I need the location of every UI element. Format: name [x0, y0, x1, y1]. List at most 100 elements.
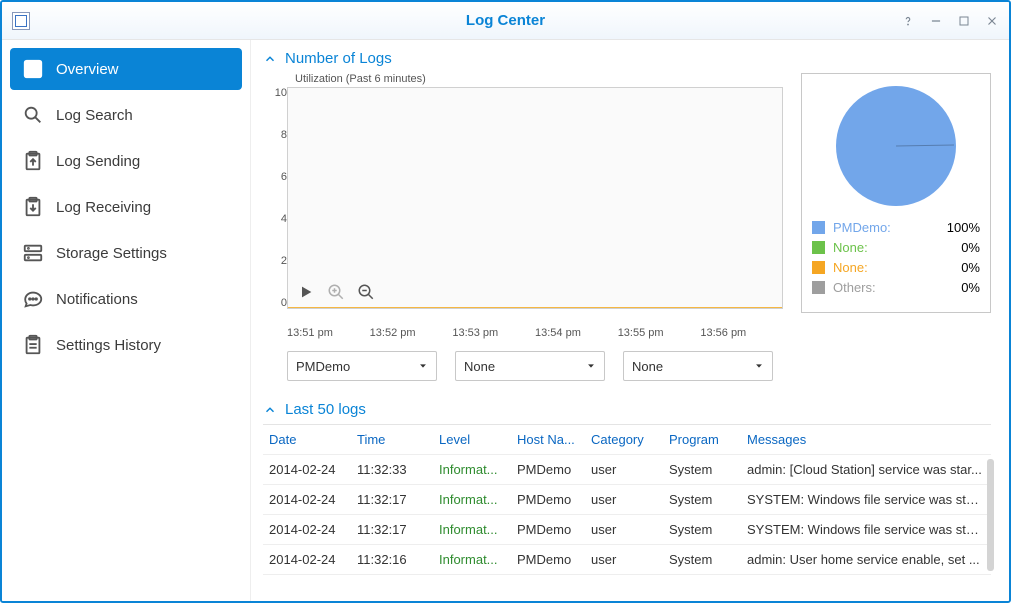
legend-swatch: [812, 241, 825, 254]
cell-host: PMDemo: [511, 462, 585, 477]
pie-legend-box: PMDemo:100%None:0%None:0%Others:0%: [801, 73, 991, 313]
sidebar-item-log-receiving[interactable]: Log Receiving: [10, 186, 242, 228]
section-title: Last 50 logs: [285, 401, 366, 418]
legend-swatch: [812, 221, 825, 234]
chart-plot-area: [287, 87, 783, 309]
chevron-up-icon: [263, 403, 277, 417]
col-program[interactable]: Program: [663, 432, 741, 447]
overview-icon: [22, 58, 44, 80]
cell-level: Informat...: [433, 492, 511, 507]
sidebar-item-storage-settings[interactable]: Storage Settings: [10, 232, 242, 274]
sidebar-item-overview[interactable]: Overview: [10, 48, 242, 90]
notifications-icon: [22, 288, 44, 310]
cell-message: admin: User home service enable, set ...: [741, 552, 991, 567]
cell-level: Informat...: [433, 552, 511, 567]
section-title: Number of Logs: [285, 50, 392, 67]
chevron-down-icon: [418, 361, 428, 371]
help-button[interactable]: [901, 14, 915, 28]
cell-host: PMDemo: [511, 552, 585, 567]
cell-program: System: [663, 552, 741, 567]
sidebar: Overview Log Search Log Sending Log Rece…: [2, 40, 250, 601]
sidebar-item-log-search[interactable]: Log Search: [10, 94, 242, 136]
cell-level: Informat...: [433, 462, 511, 477]
legend-label: None:: [833, 240, 953, 255]
sidebar-item-label: Notifications: [56, 291, 138, 308]
cell-message: admin: [Cloud Station] service was star.…: [741, 462, 991, 477]
col-messages[interactable]: Messages: [741, 432, 991, 447]
col-category[interactable]: Category: [585, 432, 663, 447]
cell-date: 2014-02-24: [263, 522, 351, 537]
cell-time: 11:32:17: [351, 522, 433, 537]
cell-time: 11:32:33: [351, 462, 433, 477]
cell-host: PMDemo: [511, 522, 585, 537]
y-axis-labels: 10 8 6 4 2 0: [263, 87, 287, 327]
col-host[interactable]: Host Na...: [511, 432, 585, 447]
cell-message: SYSTEM: Windows file service was start..…: [741, 492, 991, 507]
x-axis-labels: 13:51 pm 13:52 pm 13:53 pm 13:54 pm 13:5…: [287, 327, 783, 339]
col-date[interactable]: Date: [263, 432, 351, 447]
legend-label: PMDemo:: [833, 220, 939, 235]
cell-category: user: [585, 492, 663, 507]
cell-time: 11:32:17: [351, 492, 433, 507]
storage-icon: [22, 242, 44, 264]
section-number-of-logs-header[interactable]: Number of Logs: [263, 50, 991, 67]
cell-category: user: [585, 462, 663, 477]
maximize-button[interactable]: [957, 14, 971, 28]
cell-date: 2014-02-24: [263, 492, 351, 507]
zoom-out-button[interactable]: [356, 282, 376, 302]
sidebar-item-label: Log Sending: [56, 153, 140, 170]
play-button[interactable]: [296, 282, 316, 302]
legend-value: 0%: [961, 280, 980, 295]
close-button[interactable]: [985, 14, 999, 28]
chevron-up-icon: [263, 52, 277, 66]
sidebar-item-log-sending[interactable]: Log Sending: [10, 140, 242, 182]
legend-row: Others:0%: [812, 280, 980, 295]
cell-category: user: [585, 552, 663, 567]
utilization-chart: Utilization (Past 6 minutes) 10 8 6 4 2 …: [263, 73, 783, 381]
legend-swatch: [812, 281, 825, 294]
app-window: Log Center Overview: [0, 0, 1011, 603]
filter-select-1[interactable]: PMDemo: [287, 351, 437, 381]
sidebar-item-label: Overview: [56, 61, 119, 78]
table-row[interactable]: 2014-02-2411:32:17Informat...PMDemouserS…: [263, 515, 991, 545]
legend-row: PMDemo: 100%: [812, 220, 980, 235]
filter-select-3[interactable]: None: [623, 351, 773, 381]
sidebar-item-notifications[interactable]: Notifications: [10, 278, 242, 320]
cell-category: user: [585, 522, 663, 537]
legend-row: None: 0%: [812, 240, 980, 255]
col-time[interactable]: Time: [351, 432, 433, 447]
table-scrollbar[interactable]: [987, 459, 994, 571]
chevron-down-icon: [754, 361, 764, 371]
cell-program: System: [663, 522, 741, 537]
titlebar: Log Center: [2, 2, 1009, 40]
app-icon: [12, 12, 30, 30]
cell-time: 11:32:16: [351, 552, 433, 567]
cell-program: System: [663, 462, 741, 477]
sidebar-item-label: Log Receiving: [56, 199, 151, 216]
table-row[interactable]: 2014-02-2411:32:17Informat...PMDemouserS…: [263, 485, 991, 515]
zoom-in-button[interactable]: [326, 282, 346, 302]
cell-program: System: [663, 492, 741, 507]
sidebar-item-label: Settings History: [56, 337, 161, 354]
table-row[interactable]: 2014-02-2411:32:33Informat...PMDemouserS…: [263, 455, 991, 485]
clipboard-up-icon: [22, 150, 44, 172]
sidebar-item-label: Storage Settings: [56, 245, 167, 262]
filter-select-2[interactable]: None: [455, 351, 605, 381]
cell-message: SYSTEM: Windows file service was stop...: [741, 522, 991, 537]
minimize-button[interactable]: [929, 14, 943, 28]
col-level[interactable]: Level: [433, 432, 511, 447]
cell-host: PMDemo: [511, 492, 585, 507]
legend-value: 0%: [961, 260, 980, 275]
sidebar-item-settings-history[interactable]: Settings History: [10, 324, 242, 366]
legend-value: 0%: [961, 240, 980, 255]
cell-level: Informat...: [433, 522, 511, 537]
legend-value: 100%: [947, 220, 980, 235]
section-last-logs-header[interactable]: Last 50 logs: [263, 401, 991, 418]
legend-label: None:: [833, 260, 953, 275]
table-header: Date Time Level Host Na... Category Prog…: [263, 425, 991, 455]
logs-table: Date Time Level Host Na... Category Prog…: [263, 424, 991, 575]
cell-date: 2014-02-24: [263, 552, 351, 567]
legend-swatch: [812, 261, 825, 274]
legend-row: None: 0%: [812, 260, 980, 275]
table-row[interactable]: 2014-02-2411:32:16Informat...PMDemouserS…: [263, 545, 991, 575]
